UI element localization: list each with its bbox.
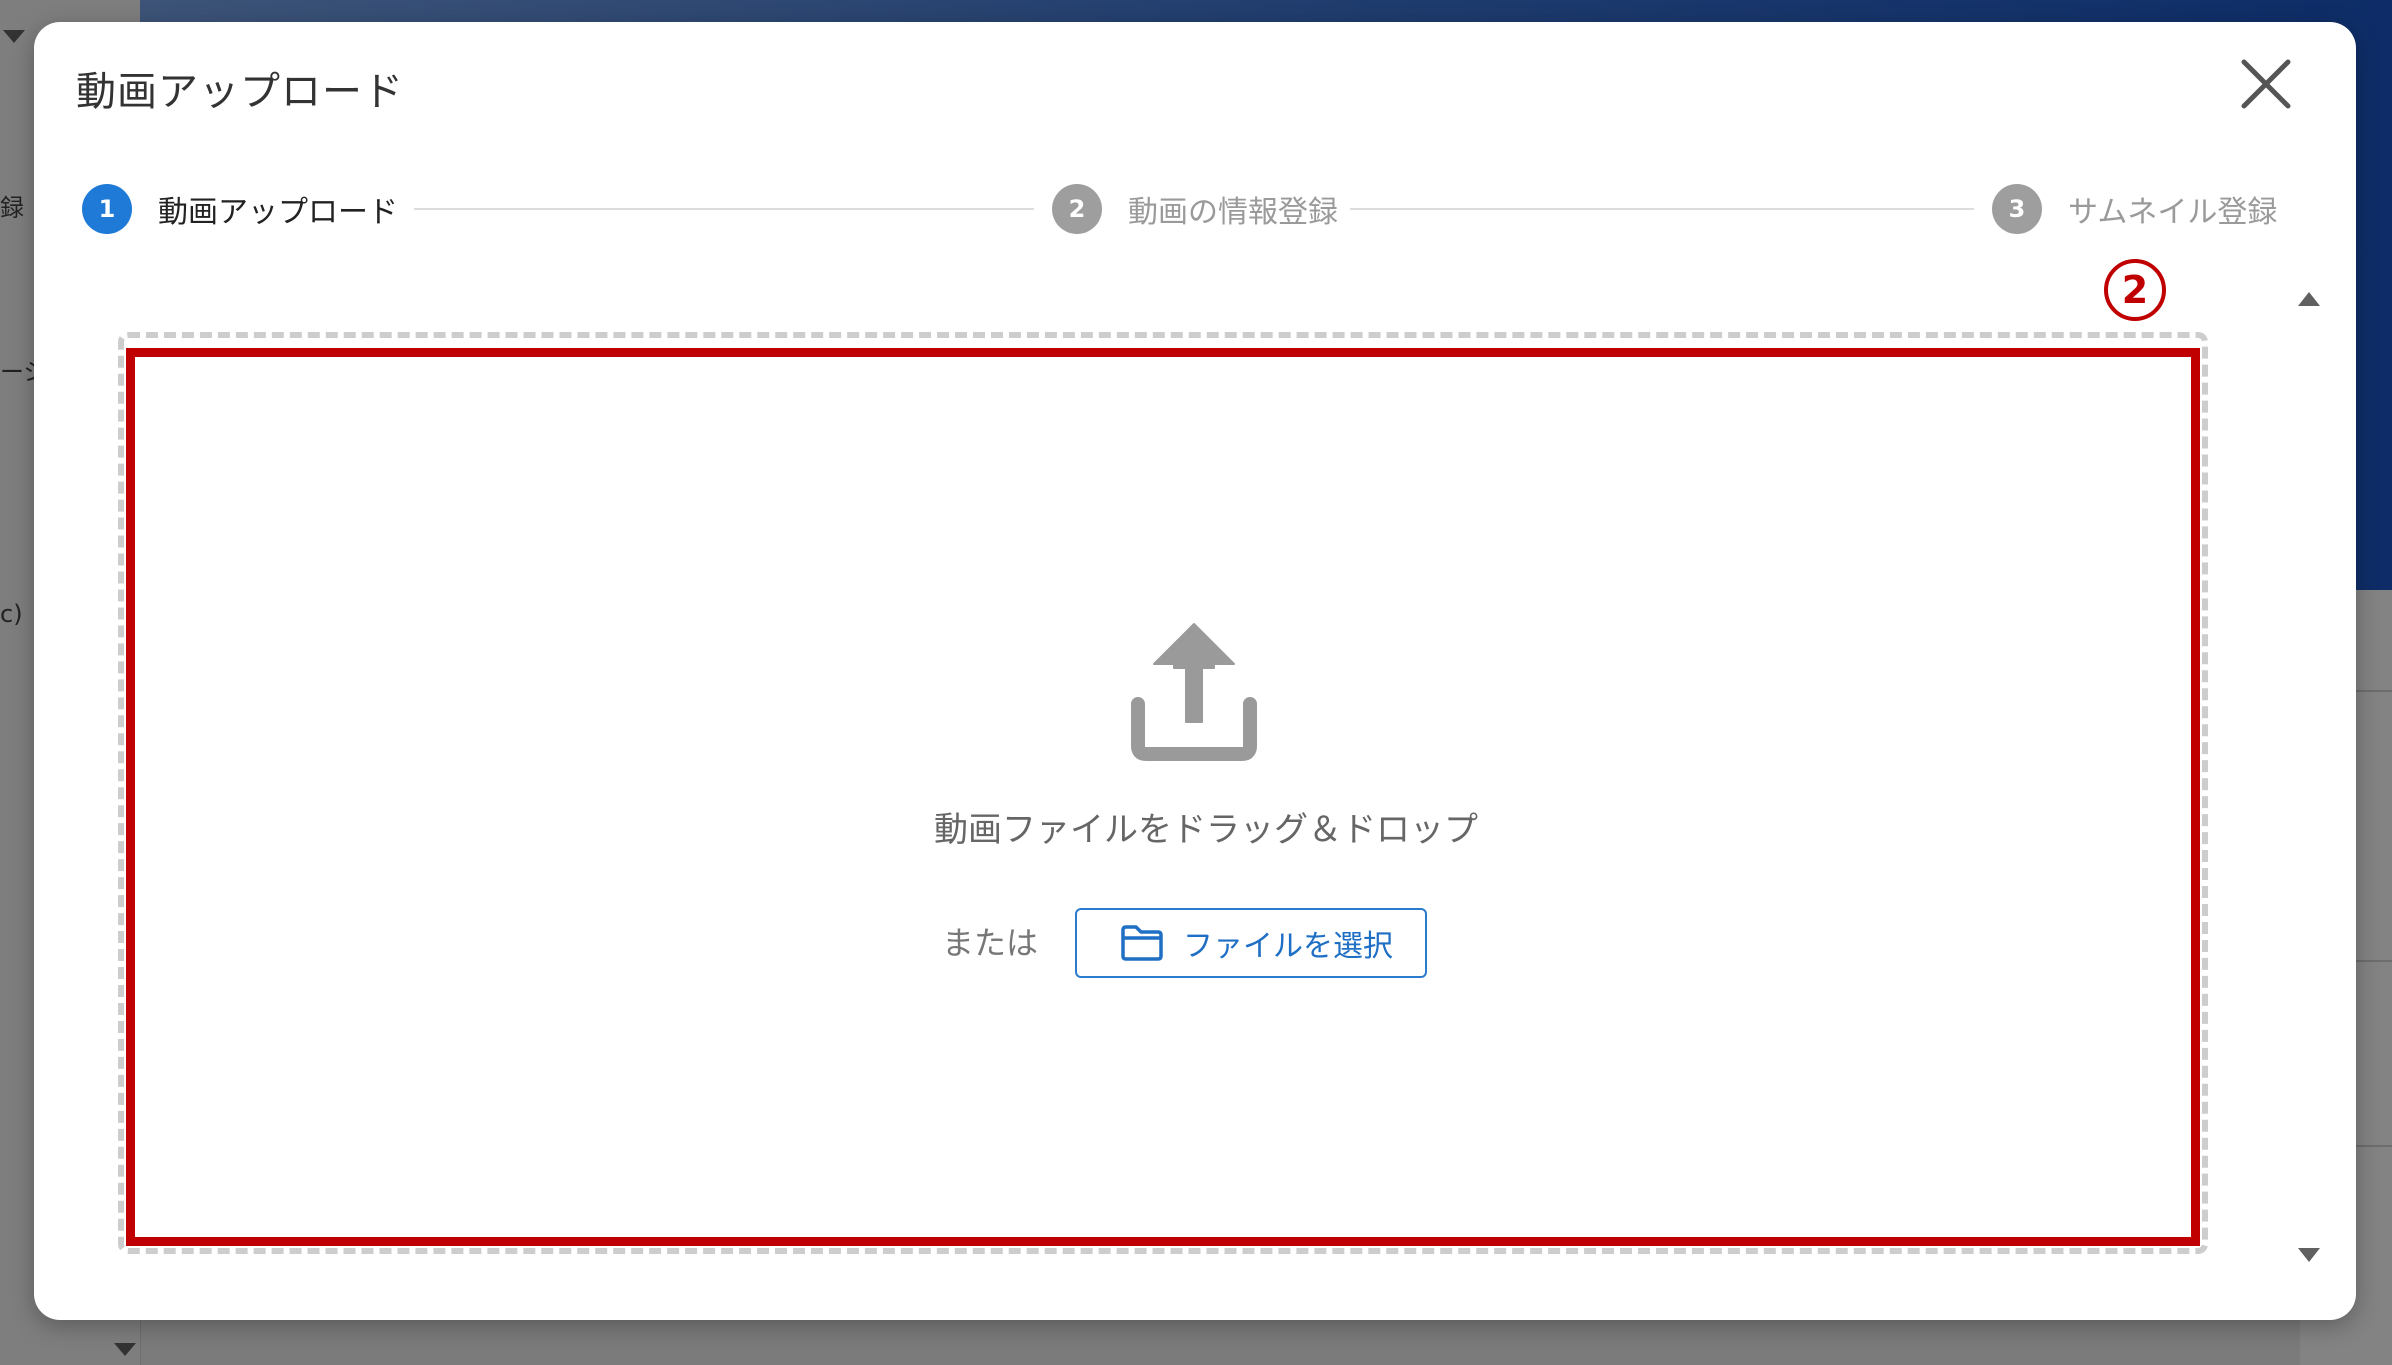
select-file-label: ファイルを選択 [1183, 929, 1393, 964]
scroll-down-button[interactable] [2298, 1248, 2320, 1262]
drag-drop-text: 動画ファイルをドラッグ＆ドロップ [934, 810, 1478, 850]
close-button[interactable] [2234, 52, 2298, 116]
step-label: サムネイル登録 [2068, 195, 2278, 230]
close-icon [2241, 59, 2291, 109]
step-connector [414, 208, 1034, 210]
step-label: 動画の情報登録 [1128, 195, 1338, 230]
background-dropdown-arrow-icon [114, 1343, 136, 1356]
upload-dialog: 動画アップロード 1 動画アップロード 2 動画の情報登録 3 サムネイル登録 … [34, 22, 2356, 1320]
background-dropdown-arrow-icon [3, 30, 25, 43]
annotation-highlight-box [126, 348, 2200, 1246]
annotation-number: 2 [2122, 268, 2148, 312]
scroll-up-button[interactable] [2298, 292, 2320, 306]
step-thumbnail: 3 サムネイル登録 [1992, 184, 2277, 234]
dialog-title: 動画アップロード [76, 69, 404, 115]
upload-icon [1131, 623, 1257, 761]
or-text: または [942, 924, 1039, 962]
step-number-badge: 1 [82, 184, 132, 234]
step-connector [1350, 208, 1974, 210]
step-info: 2 動画の情報登録 [1052, 184, 1338, 234]
step-number-badge: 3 [1992, 184, 2042, 234]
select-file-button[interactable]: ファイルを選択 [1075, 908, 1427, 978]
step-number-badge: 2 [1052, 184, 1102, 234]
annotation-marker: 2 [2104, 259, 2166, 321]
step-label: 動画アップロード [158, 195, 398, 230]
step-upload: 1 動画アップロード [82, 184, 398, 234]
background-text: c) [0, 600, 23, 628]
background-text: 録 [0, 194, 24, 222]
folder-icon [1121, 925, 1163, 961]
